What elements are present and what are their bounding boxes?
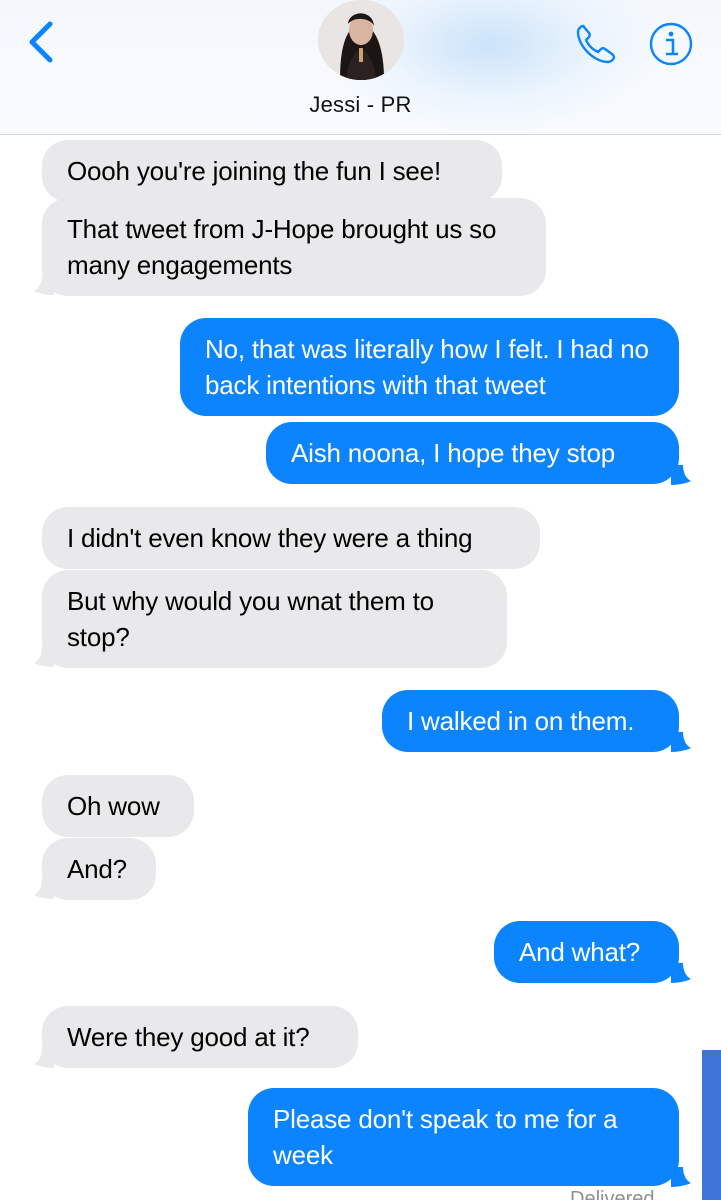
bubble-tail-incoming <box>34 647 54 667</box>
message-bubble-incoming[interactable]: Oooh you're joining the fun I see! <box>42 140 502 202</box>
bubble-tail-incoming <box>34 275 54 295</box>
message-bubble-outgoing[interactable]: Aish noona, I hope they stop <box>266 422 679 484</box>
message-thread[interactable]: Oooh you're joining the fun I see! That … <box>0 135 721 1200</box>
call-button[interactable] <box>573 21 619 67</box>
message-bubble-incoming[interactable]: But why would you wnat them to stop? <box>42 570 507 668</box>
scrollbar-thumb[interactable] <box>702 1050 721 1200</box>
message-bubble-outgoing[interactable]: And what? <box>494 921 679 983</box>
contact-name[interactable]: Jessi - PR <box>0 92 721 118</box>
back-button[interactable] <box>22 18 58 66</box>
conversation-header: Jessi - PR <box>0 0 721 135</box>
bubble-tail-incoming <box>34 1048 54 1068</box>
contact-photo <box>318 0 404 80</box>
bubble-tail-outgoing <box>671 732 691 752</box>
message-bubble-outgoing[interactable]: I walked in on them. <box>382 690 679 752</box>
message-bubble-incoming[interactable]: Were they good at it? <box>42 1006 358 1068</box>
message-bubble-incoming[interactable]: Oh wow <box>42 775 194 837</box>
contact-avatar[interactable] <box>318 0 404 80</box>
message-bubble-incoming[interactable]: I didn't even know they were a thing <box>42 507 540 569</box>
delivered-status: Delivered <box>570 1188 655 1200</box>
phone-icon <box>576 24 616 64</box>
info-button[interactable] <box>648 21 694 67</box>
message-bubble-incoming[interactable]: That tweet from J-Hope brought us so man… <box>42 198 546 296</box>
bubble-tail-incoming <box>34 879 54 899</box>
messages-screen: Jessi - PR Oooh you're joining the fun I… <box>0 0 721 1200</box>
bubble-tail-outgoing <box>671 465 691 485</box>
bubble-tail-outgoing <box>671 1167 691 1187</box>
message-bubble-outgoing[interactable]: No, that was literally how I felt. I had… <box>180 318 679 416</box>
message-bubble-outgoing[interactable]: Please don't speak to me for a week <box>248 1088 679 1186</box>
bubble-tail-outgoing <box>671 963 691 983</box>
chevron-left-icon <box>29 21 53 63</box>
info-icon <box>649 22 693 66</box>
message-bubble-incoming[interactable]: And? <box>42 838 156 900</box>
